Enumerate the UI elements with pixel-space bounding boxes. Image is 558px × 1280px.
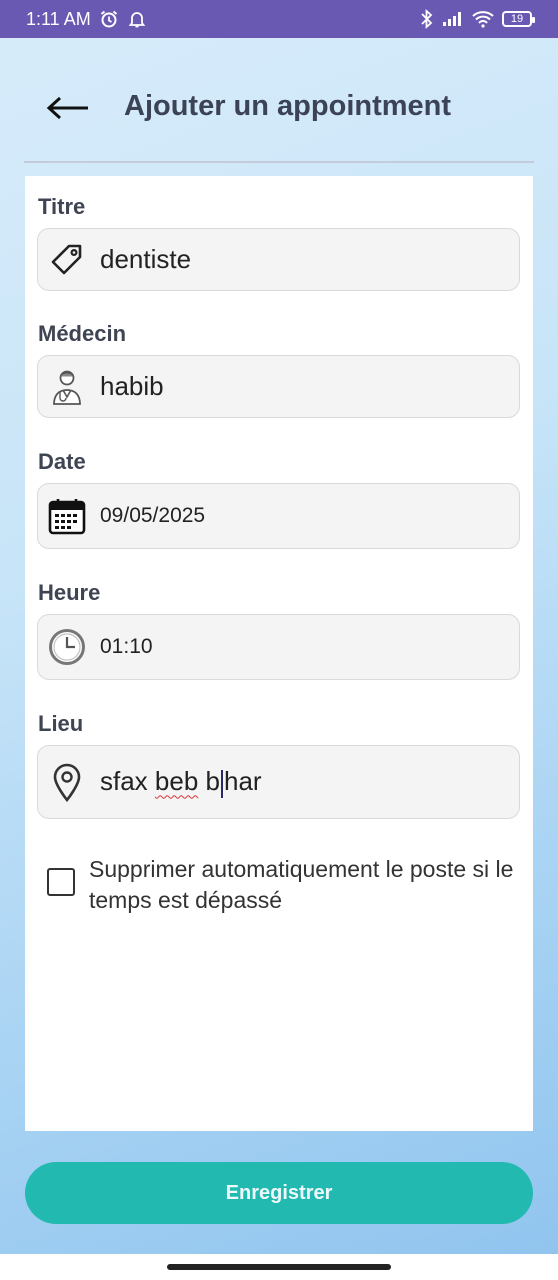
alarm-icon — [99, 9, 119, 29]
lieu-field[interactable]: sfax beb b har — [37, 745, 520, 819]
auto-delete-option: Supprimer automatiquement le poste si le… — [47, 854, 529, 916]
bluetooth-icon — [420, 9, 434, 29]
lieu-label: Lieu — [38, 711, 84, 736]
date-label: Date — [38, 449, 86, 474]
status-time: 1:11 AM — [26, 8, 91, 29]
heure-value: 01:10 — [100, 635, 153, 658]
appointment-form: Titre dentiste Médecin habib Date 09/05/… — [25, 176, 533, 1131]
auto-delete-label: Supprimer automatiquement le poste si le… — [89, 856, 514, 913]
date-field[interactable]: 09/05/2025 — [37, 483, 520, 549]
notification-bell-icon — [127, 9, 147, 29]
titre-value: dentiste — [100, 244, 192, 274]
titre-field[interactable]: dentiste — [37, 228, 520, 291]
battery-icon: 19 — [502, 11, 535, 27]
doctor-icon — [48, 368, 86, 406]
medecin-label: Médecin — [38, 321, 127, 346]
navigation-bar — [0, 1254, 558, 1280]
header: Ajouter un appointment — [0, 38, 558, 162]
page-title: Ajouter un appointment — [124, 90, 452, 122]
save-button[interactable]: Enregistrer — [25, 1162, 533, 1224]
back-arrow-icon — [46, 96, 88, 120]
wifi-icon — [472, 10, 494, 28]
calendar-icon — [48, 497, 86, 535]
tag-icon — [48, 241, 86, 279]
header-divider — [24, 161, 534, 163]
text-cursor — [221, 769, 223, 798]
home-indicator[interactable] — [167, 1264, 391, 1270]
heure-label: Heure — [38, 580, 101, 605]
date-value: 09/05/2025 — [100, 504, 206, 527]
lieu-value: sfax beb b har — [100, 766, 262, 798]
location-pin-icon — [48, 763, 86, 802]
auto-delete-checkbox[interactable] — [47, 868, 75, 896]
back-button[interactable] — [40, 86, 96, 130]
status-bar: 1:11 AM 19 — [0, 0, 558, 38]
titre-label: Titre — [38, 194, 86, 219]
clock-icon — [48, 628, 86, 666]
medecin-field[interactable]: habib — [37, 355, 520, 418]
battery-level: 19 — [510, 13, 524, 25]
heure-field[interactable]: 01:10 — [37, 614, 520, 680]
medecin-value: habib — [100, 371, 164, 401]
signal-icon — [442, 11, 464, 27]
